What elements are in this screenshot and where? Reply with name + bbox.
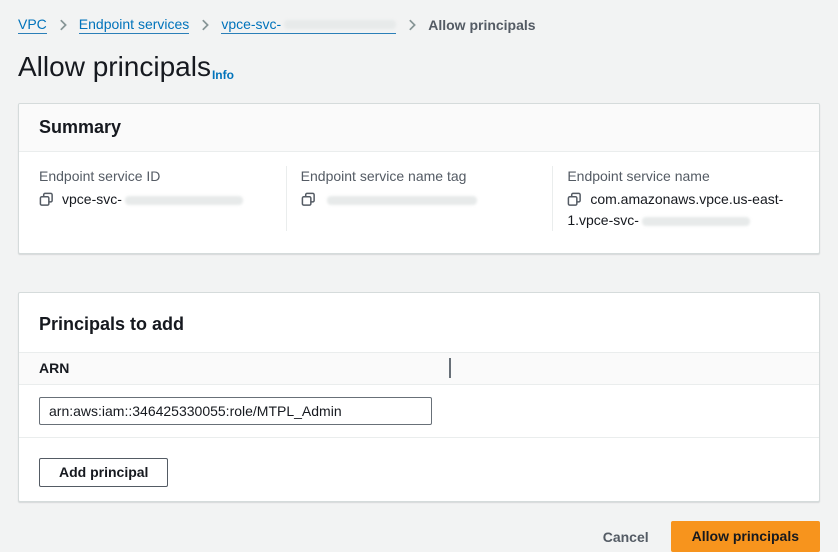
breadcrumb-current: Allow principals <box>428 16 535 34</box>
breadcrumb: VPC Endpoint services vpce-svc- Allow pr… <box>18 15 820 34</box>
field-value: com.amazonaws.vpce.us-east-1.vpce-svc- <box>567 189 805 231</box>
info-link[interactable]: Info <box>212 58 234 92</box>
summary-title: Summary <box>39 117 799 138</box>
field-value: vpce-svc- <box>39 189 272 210</box>
field-value <box>301 189 539 210</box>
arn-input[interactable] <box>39 397 432 425</box>
field-label: Endpoint service name tag <box>301 166 539 186</box>
chevron-right-icon <box>198 18 212 32</box>
chevron-right-icon <box>405 18 419 32</box>
redacted-text <box>284 20 396 29</box>
chevron-right-icon <box>56 18 70 32</box>
footer-actions: Cancel Allow principals <box>18 502 820 552</box>
summary-field-endpoint-service-id: Endpoint service ID vpce-svc- <box>19 166 286 231</box>
summary-card: Summary Endpoint service ID vpce-svc- En… <box>18 103 820 254</box>
copy-icon[interactable] <box>301 192 316 207</box>
arn-input-row <box>19 385 819 437</box>
redacted-text <box>125 196 243 205</box>
copy-icon[interactable] <box>567 192 582 207</box>
field-label: Endpoint service ID <box>39 166 272 186</box>
summary-grid: Endpoint service ID vpce-svc- Endpoint s… <box>19 152 819 253</box>
allow-principals-page: VPC Endpoint services vpce-svc- Allow pr… <box>0 0 838 552</box>
copy-icon[interactable] <box>39 192 54 207</box>
page-title: Allow principalsInfo <box>18 50 820 89</box>
principals-card-header: Principals to add <box>19 293 819 352</box>
add-principal-row: Add principal <box>19 438 819 501</box>
summary-field-endpoint-service-name-tag: Endpoint service name tag <box>286 166 553 231</box>
breadcrumb-link-endpoint-services[interactable]: Endpoint services <box>79 15 190 34</box>
cancel-button[interactable]: Cancel <box>603 529 649 545</box>
summary-field-endpoint-service-name: Endpoint service name com.amazonaws.vpce… <box>552 166 819 231</box>
redacted-text <box>642 217 750 226</box>
add-principal-button[interactable]: Add principal <box>39 458 168 487</box>
breadcrumb-link-vpc[interactable]: VPC <box>18 15 47 34</box>
field-label: Endpoint service name <box>567 166 805 186</box>
arn-column-header: ARN <box>39 360 69 376</box>
breadcrumb-link-endpoint-service-id[interactable]: vpce-svc- <box>221 15 396 34</box>
principals-title: Principals to add <box>39 314 799 335</box>
page-title-text: Allow principals <box>18 50 211 84</box>
summary-card-header: Summary <box>19 104 819 152</box>
allow-principals-button[interactable]: Allow principals <box>671 521 820 552</box>
breadcrumb-service-id-prefix: vpce-svc- <box>221 15 281 33</box>
column-resize-divider[interactable] <box>449 358 451 378</box>
redacted-text <box>327 196 477 205</box>
field-value-text: vpce-svc- <box>62 191 122 207</box>
arn-table-header: ARN <box>19 352 819 385</box>
principals-to-add-card: Principals to add ARN Add principal <box>18 292 820 502</box>
